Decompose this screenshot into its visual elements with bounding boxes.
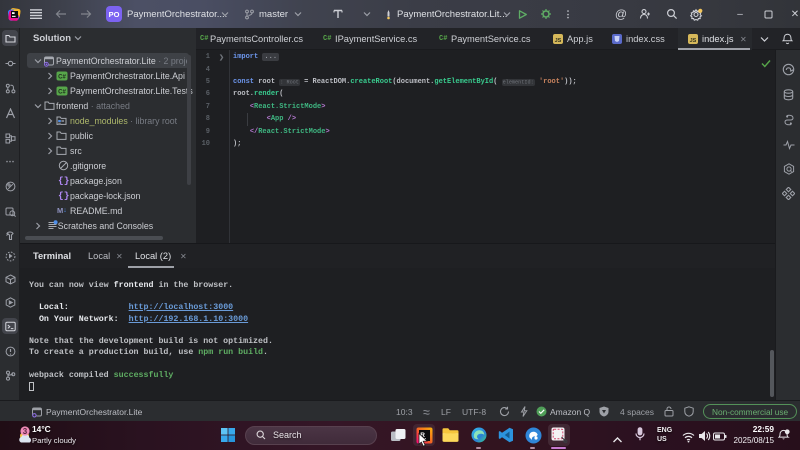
svg-text:C#: C#	[58, 74, 66, 80]
svg-text:3: 3	[23, 427, 28, 436]
svg-text:JS: JS	[690, 38, 697, 44]
svg-text:C#: C#	[58, 89, 66, 95]
svg-text:JS: JS	[555, 38, 562, 44]
